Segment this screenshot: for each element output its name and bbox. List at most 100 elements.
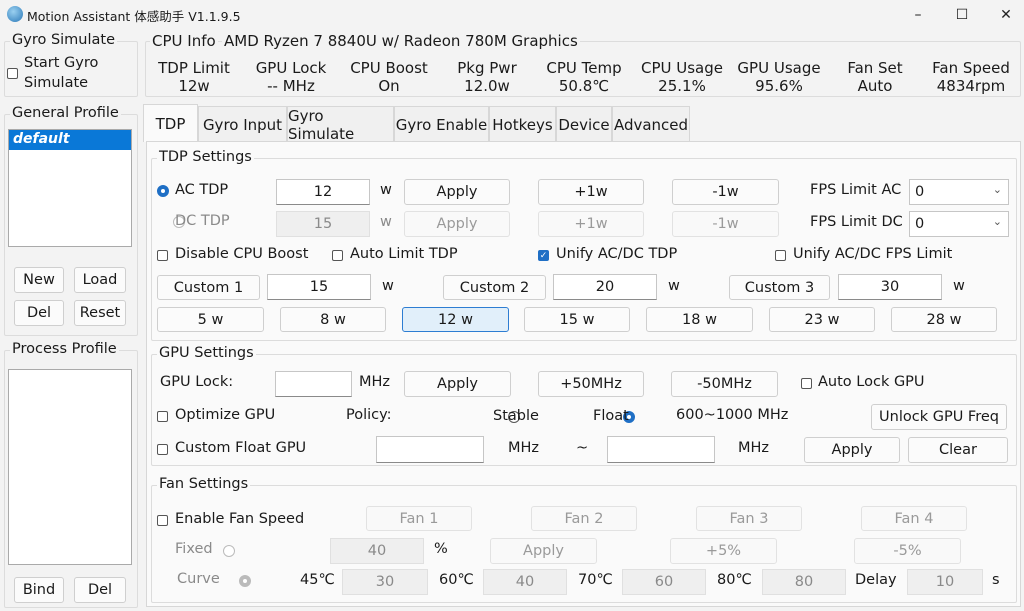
unify-tdp-checkbox[interactable]: ✓ [538, 250, 549, 261]
window-title: Motion Assistant 体感助手 V1.1.9.5 [27, 9, 241, 24]
auto-lock-gpu-checkbox[interactable] [801, 378, 812, 389]
fan-1-button[interactable]: Fan 1 [366, 506, 472, 531]
tab-hotkeys[interactable]: Hotkeys [489, 106, 556, 142]
fan-2-button[interactable]: Fan 2 [531, 506, 637, 531]
gpu-lock-label: GPU Lock: [160, 374, 234, 390]
fps-limit-ac-value: 0 [915, 184, 925, 200]
curve-value-60-input[interactable]: 40 [483, 569, 567, 595]
curve-value-70-input[interactable]: 60 [622, 569, 706, 595]
dc-tdp-plus-button[interactable]: +1w [538, 211, 644, 237]
preset-28w-button[interactable]: 28 w [891, 307, 997, 332]
tab-device[interactable]: Device [556, 106, 612, 142]
start-gyro-checkbox[interactable] [7, 68, 18, 79]
curve-value-80-input[interactable]: 80 [762, 569, 846, 595]
delay-unit: s [992, 572, 1000, 588]
title-bar: Motion Assistant 体感助手 V1.1.9.5 – ☐ ✕ [0, 0, 1024, 30]
auto-limit-tdp-checkbox[interactable] [332, 250, 343, 261]
fan-4-button[interactable]: Fan 4 [861, 506, 967, 531]
gpu-plus-50-button[interactable]: +50MHz [538, 371, 644, 397]
custom-float-tilde: ~ [576, 440, 589, 456]
metric-label: TDP Limit [158, 59, 230, 77]
gpu-minus-50-button[interactable]: -50MHz [671, 371, 778, 397]
unify-fps-checkbox[interactable] [775, 250, 786, 261]
fan-fixed-radio[interactable] [222, 545, 235, 557]
tab-gyro-simulate[interactable]: Gyro Simulate [287, 106, 394, 143]
preset-12w-button[interactable]: 12 w [402, 307, 509, 332]
curve-value-45-input[interactable]: 30 [342, 569, 428, 595]
disable-cpu-boost-checkbox[interactable] [157, 250, 168, 261]
ac-tdp-input[interactable]: 12 [276, 179, 370, 205]
fan-fixed-apply-button[interactable]: Apply [490, 538, 597, 564]
metric-label: GPU Usage [737, 59, 821, 77]
tab-gyro-enable[interactable]: Gyro Enable [394, 106, 489, 142]
fan-3-button[interactable]: Fan 3 [696, 506, 802, 531]
preset-8w-button[interactable]: 8 w [280, 307, 386, 332]
preset-5w-button[interactable]: 5 w [157, 307, 264, 332]
metric-value: 4834rpm [936, 77, 1006, 95]
tab-tdp[interactable]: TDP [143, 104, 198, 142]
delete-profile-button[interactable]: Del [14, 300, 64, 326]
list-item-label: default [13, 131, 70, 147]
dc-tdp-input[interactable]: 15 [276, 211, 370, 237]
enable-fan-speed-checkbox[interactable] [157, 515, 168, 526]
load-profile-button[interactable]: Load [74, 267, 126, 293]
delete-process-button[interactable]: Del [74, 577, 126, 603]
delay-label: Delay [855, 572, 897, 588]
dc-tdp-minus-button[interactable]: -1w [672, 211, 779, 237]
new-profile-button[interactable]: New [14, 267, 64, 293]
metric-cpu-usage: CPU Usage 25.1% [637, 59, 727, 95]
start-gyro-label-line2: Simulate [24, 75, 89, 91]
dc-tdp-unit: w [380, 214, 392, 230]
process-profile-list[interactable] [8, 369, 132, 565]
dc-tdp-label: DC TDP [175, 213, 230, 229]
bind-process-button[interactable]: Bind [14, 577, 64, 603]
metric-label: Fan Speed [932, 59, 1010, 77]
fan-fixed-label: Fixed [175, 541, 213, 557]
preset-18w-button[interactable]: 18 w [646, 307, 753, 332]
custom-3-input[interactable]: 30 [838, 274, 942, 300]
metric-value: 95.6% [755, 77, 803, 95]
ac-tdp-radio[interactable] [157, 185, 169, 197]
metric-tdp-limit: TDP Limit 12w [152, 59, 236, 95]
ac-tdp-plus-button[interactable]: +1w [538, 179, 644, 205]
custom-float-max-input[interactable] [607, 436, 715, 463]
ac-tdp-minus-button[interactable]: -1w [672, 179, 779, 205]
custom-2-input[interactable]: 20 [553, 274, 657, 300]
metric-label: CPU Usage [640, 59, 723, 77]
metric-cpu-boost: CPU Boost On [346, 59, 432, 95]
gpu-lock-input[interactable] [275, 371, 352, 397]
list-item-default[interactable]: default [9, 130, 131, 150]
general-profile-list[interactable]: default [8, 129, 132, 247]
metric-label: CPU Boost [350, 59, 428, 77]
minimize-button[interactable]: – [896, 0, 940, 30]
tab-advanced[interactable]: Advanced [612, 106, 690, 142]
fan-fixed-input[interactable]: 40 [330, 538, 424, 564]
custom-3-button[interactable]: Custom 3 [729, 275, 830, 300]
close-button[interactable]: ✕ [984, 0, 1024, 30]
ac-tdp-apply-button[interactable]: Apply [404, 179, 510, 205]
custom-1-input[interactable]: 15 [267, 274, 371, 300]
fps-limit-dc-select[interactable]: 0 ⌄ [909, 211, 1009, 237]
custom-float-apply-button[interactable]: Apply [804, 437, 900, 463]
preset-15w-button[interactable]: 15 w [524, 307, 630, 332]
fan-plus-5-button[interactable]: +5% [670, 538, 777, 564]
preset-23w-button[interactable]: 23 w [769, 307, 875, 332]
enable-fan-speed-label: Enable Fan Speed [175, 511, 305, 527]
custom-float-gpu-checkbox[interactable] [157, 444, 168, 455]
unlock-gpu-freq-button[interactable]: Unlock GPU Freq [871, 404, 1007, 430]
dc-tdp-apply-button[interactable]: Apply [404, 211, 510, 237]
reset-profile-button[interactable]: Reset [74, 300, 126, 326]
delay-input[interactable]: 10 [907, 569, 983, 595]
gpu-lock-apply-button[interactable]: Apply [404, 371, 511, 397]
fps-limit-ac-select[interactable]: 0 ⌄ [909, 179, 1009, 205]
maximize-button[interactable]: ☐ [940, 0, 984, 30]
metric-value: 12w [178, 77, 210, 95]
fan-minus-5-button[interactable]: -5% [854, 538, 961, 564]
custom-2-button[interactable]: Custom 2 [443, 275, 546, 300]
custom-float-min-input[interactable] [376, 436, 484, 463]
optimize-gpu-checkbox[interactable] [157, 411, 168, 422]
custom-float-clear-button[interactable]: Clear [908, 437, 1008, 463]
tab-gyro-input[interactable]: Gyro Input [198, 106, 287, 142]
fps-limit-dc-label: FPS Limit DC [810, 214, 903, 230]
custom-1-button[interactable]: Custom 1 [157, 275, 260, 300]
